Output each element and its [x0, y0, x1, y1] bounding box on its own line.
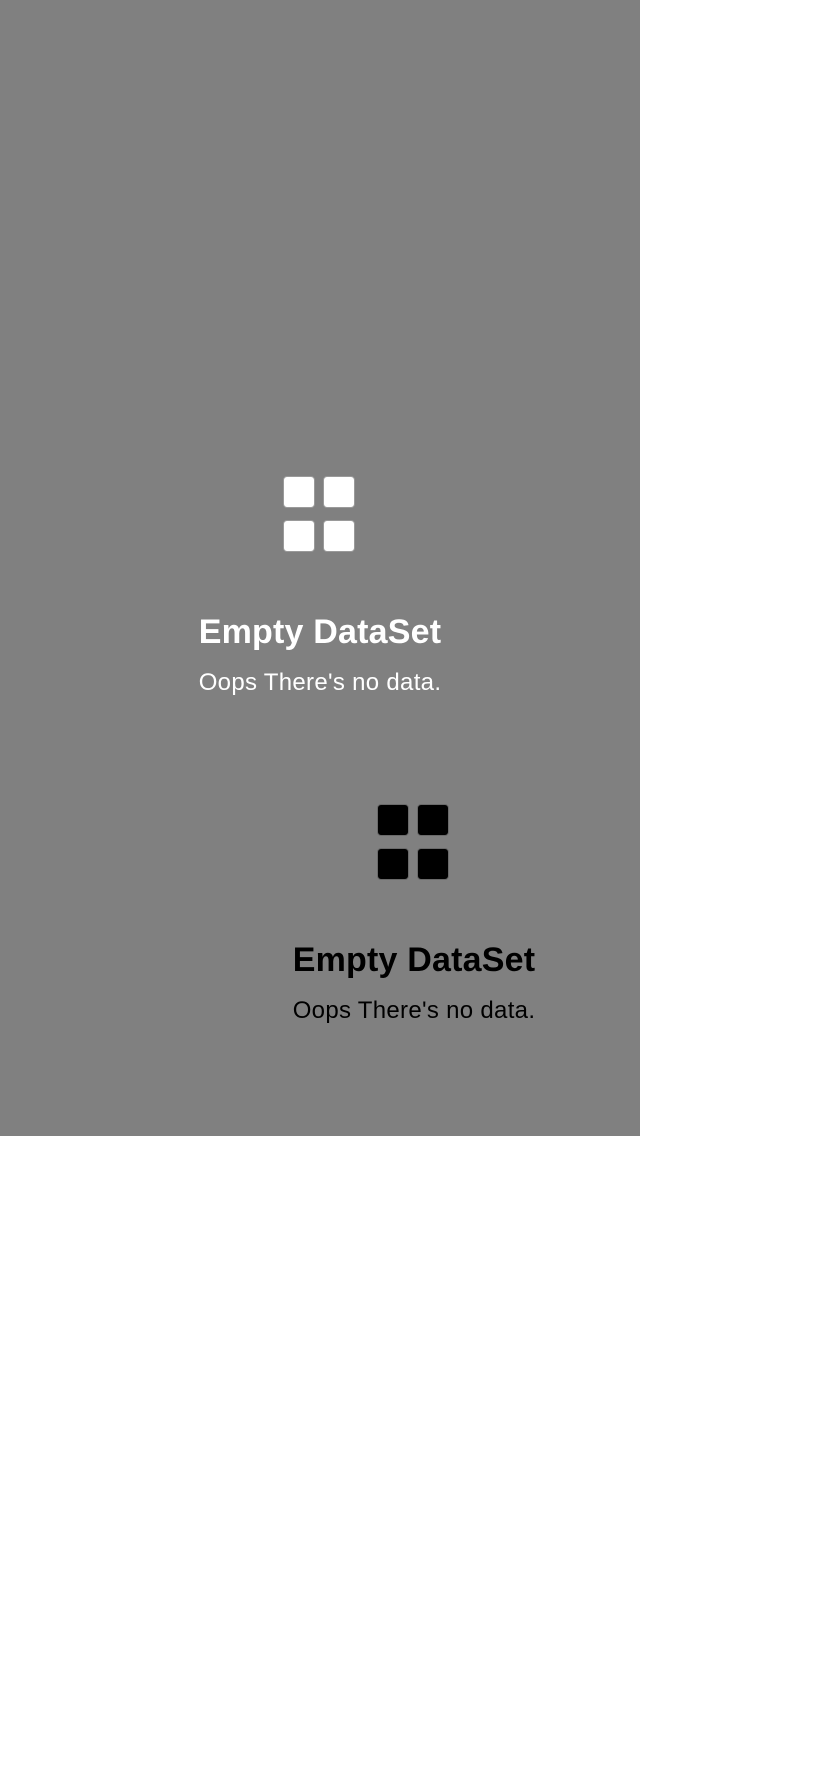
grid-icon	[283, 476, 357, 554]
empty-state-subtitle: Oops There's no data.	[198, 669, 442, 696]
empty-state-light: Empty DataSet Oops There's no data.	[140, 476, 500, 698]
empty-state-subtitle: Oops There's no data.	[292, 997, 536, 1024]
grid-icon	[377, 804, 451, 882]
empty-state-title: Empty DataSet	[198, 613, 442, 651]
grid-icon-cell	[377, 804, 409, 836]
grid-icon-cell	[323, 476, 355, 508]
grid-icon-cell	[417, 848, 449, 880]
grid-icon-cell	[283, 476, 315, 508]
gray-panel: Empty DataSet Oops There's no data. Empt…	[0, 0, 640, 1136]
grid-icon-cell	[417, 804, 449, 836]
grid-icon-cell	[323, 520, 355, 552]
empty-state-dark: Empty DataSet Oops There's no data.	[234, 804, 594, 1026]
grid-icon-cell	[283, 520, 315, 552]
empty-state-title: Empty DataSet	[292, 941, 536, 979]
grid-icon-cell	[377, 848, 409, 880]
